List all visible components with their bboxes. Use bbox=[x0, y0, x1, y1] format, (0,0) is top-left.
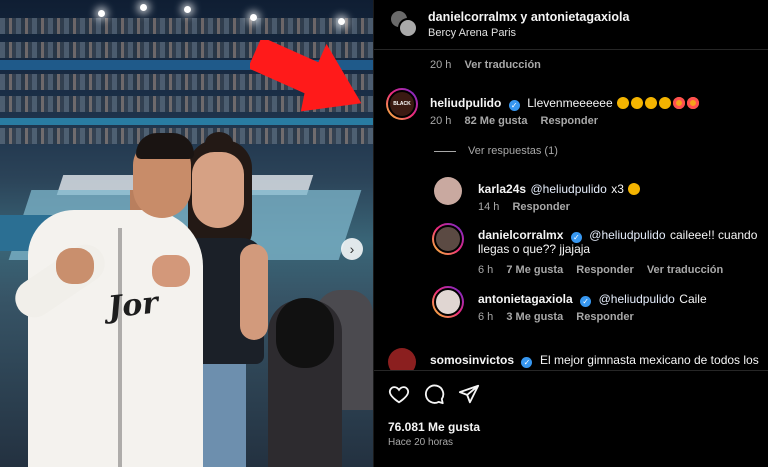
reply-button[interactable]: Responder bbox=[541, 115, 598, 127]
view-replies-label: Ver respuestas (1) bbox=[468, 145, 558, 157]
comment-text-continued: llegas o que?? jjajaja bbox=[478, 242, 591, 256]
comment-icon[interactable] bbox=[423, 383, 445, 405]
comment-text: caileee!! cuando bbox=[669, 228, 758, 242]
comment-mention[interactable]: @heliudpulido bbox=[531, 182, 607, 196]
woman-arm bbox=[240, 244, 268, 340]
post-timestamp: Hace 20 horas bbox=[388, 437, 454, 448]
spectator-hair bbox=[276, 298, 334, 368]
comment-likes[interactable]: 7 Me gusta bbox=[506, 264, 563, 276]
emoji-folded-hands-icon bbox=[628, 183, 641, 195]
translate-link[interactable]: Ver traducción bbox=[647, 264, 723, 276]
stadium-light bbox=[98, 10, 105, 17]
comment-username[interactable]: karla24s bbox=[478, 182, 526, 196]
verified-badge-icon: ✓ bbox=[521, 357, 533, 368]
carousel-next-icon[interactable]: › bbox=[341, 238, 363, 260]
jersey-text: Jor bbox=[106, 285, 160, 326]
comment-text: El mejor gimnasta mexicano de todos los bbox=[539, 353, 759, 367]
woman-hand bbox=[152, 255, 190, 287]
jersey-stripe bbox=[118, 228, 122, 467]
share-icon[interactable] bbox=[458, 383, 480, 405]
likes-count[interactable]: 76.081 Me gusta bbox=[388, 420, 480, 434]
red-arrow-annotation bbox=[250, 40, 362, 112]
emoji-star-struck-icon bbox=[673, 97, 686, 109]
view-replies-button[interactable]: Ver respuestas (1) bbox=[434, 145, 558, 157]
comment-username[interactable]: heliudpulido bbox=[430, 96, 501, 110]
reply-button[interactable]: Responder bbox=[576, 264, 633, 276]
stadium-light bbox=[184, 6, 191, 13]
comment-mention[interactable]: @heliudpulido bbox=[599, 292, 675, 306]
post-photo[interactable]: Jor › bbox=[0, 0, 373, 467]
avatar[interactable] bbox=[432, 286, 464, 318]
post-authors[interactable]: danielcorralmx y antonietagaxiola bbox=[428, 10, 629, 24]
emoji-heart-eyes-icon bbox=[687, 97, 700, 109]
post-header: danielcorralmx y antonietagaxiola Bercy … bbox=[374, 0, 768, 50]
comment-text: x3 bbox=[611, 182, 624, 196]
divider bbox=[434, 150, 456, 152]
avatar[interactable] bbox=[434, 177, 462, 205]
comment-username[interactable]: somosinvictos bbox=[430, 353, 514, 367]
post-location[interactable]: Bercy Arena Paris bbox=[428, 27, 516, 39]
stadium-light bbox=[140, 4, 147, 11]
man-hair bbox=[136, 133, 194, 159]
comments-panel: danielcorralmx y antonietagaxiola Bercy … bbox=[373, 0, 768, 467]
emoji-crying-icon bbox=[631, 97, 644, 109]
man-hand bbox=[56, 248, 94, 284]
comment-text: Llevenmeeeeee bbox=[527, 96, 613, 110]
comment-text: Caile bbox=[679, 292, 707, 306]
emoji-crying-icon bbox=[617, 97, 630, 109]
avatar[interactable]: BLACK bbox=[386, 88, 418, 120]
woman-bun bbox=[205, 132, 233, 154]
caption-time: 20 h bbox=[430, 59, 452, 71]
avatar[interactable] bbox=[432, 223, 464, 255]
verified-badge-icon: ✓ bbox=[580, 296, 592, 307]
reply-button[interactable]: Responder bbox=[576, 311, 633, 323]
arena-stands bbox=[0, 18, 373, 34]
verified-badge-icon: ✓ bbox=[508, 100, 520, 111]
comment-username[interactable]: danielcorralmx bbox=[478, 228, 563, 242]
comment-time: 6 h bbox=[478, 311, 494, 323]
stadium-light bbox=[250, 14, 257, 21]
arena-banner bbox=[0, 118, 373, 125]
heart-icon[interactable] bbox=[388, 383, 410, 405]
avatar bbox=[398, 18, 418, 38]
caption-meta: 20 h Ver traducción bbox=[430, 59, 551, 71]
comment-mention[interactable]: @heliudpulido bbox=[589, 228, 665, 242]
comment-username[interactable]: antonietagaxiola bbox=[478, 292, 573, 306]
post-action-bar: 76.081 Me gusta Hace 20 horas bbox=[374, 370, 768, 467]
man-jersey bbox=[28, 210, 203, 467]
reply-button[interactable]: Responder bbox=[512, 201, 569, 213]
collab-avatars[interactable] bbox=[389, 9, 418, 38]
comment-time: 20 h bbox=[430, 115, 452, 127]
comment-likes[interactable]: 82 Me gusta bbox=[464, 115, 527, 127]
emoji-crying-icon bbox=[645, 97, 658, 109]
woman-face bbox=[192, 152, 244, 228]
emoji-crying-icon bbox=[659, 97, 672, 109]
comment-likes[interactable]: 3 Me gusta bbox=[506, 311, 563, 323]
comment-time: 6 h bbox=[478, 264, 494, 276]
comment-time: 14 h bbox=[478, 201, 500, 213]
stadium-light bbox=[338, 18, 345, 25]
translate-link[interactable]: Ver traducción bbox=[464, 59, 540, 71]
